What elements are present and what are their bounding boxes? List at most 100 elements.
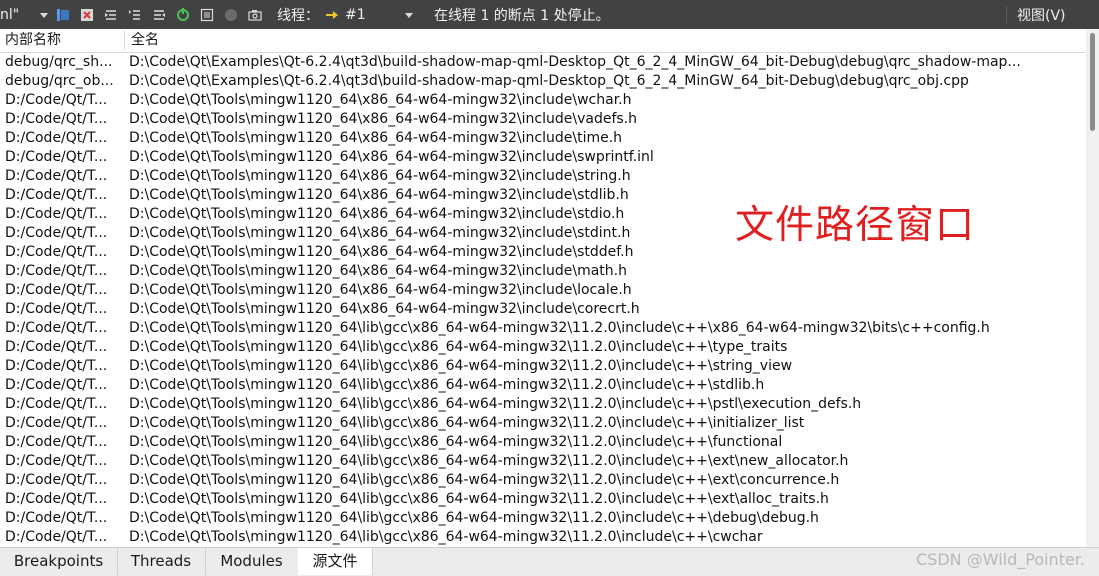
full-name-cell: D:\Code\Qt\Examples\Qt-6.2.4\qt3d\build-… — [129, 54, 1021, 70]
full-name-cell: D:\Code\Qt\Tools\mingw1120_64\lib\gcc\x8… — [129, 320, 990, 336]
internal-name-cell: D:/Code/Qt/T... — [5, 168, 108, 184]
dropdown-arrow-icon[interactable] — [37, 0, 51, 29]
table-row[interactable]: D:/Code/Qt/T... D:\Code\Qt\Tools\mingw112… — [0, 338, 1086, 357]
internal-name-cell: debug/qrc_sh... — [5, 54, 113, 70]
tab-modules[interactable]: Modules — [205, 548, 299, 575]
internal-name-cell: D:/Code/Qt/T... — [5, 111, 108, 127]
full-name-cell: D:\Code\Qt\Examples\Qt-6.2.4\qt3d\build-… — [129, 73, 969, 89]
full-name-cell: D:\Code\Qt\Tools\mingw1120_64\lib\gcc\x8… — [129, 415, 805, 431]
step-out-list-icon[interactable] — [152, 0, 166, 29]
tab-breakpoints[interactable]: Breakpoints — [0, 548, 118, 575]
thread-label: 线程： — [277, 7, 319, 24]
table-row[interactable]: D:/Code/Qt/T... D:\Code\Qt\Tools\mingw112… — [0, 490, 1086, 509]
full-name-cell: D:\Code\Qt\Tools\mingw1120_64\lib\gcc\x8… — [129, 434, 783, 450]
internal-name-cell: D:/Code/Qt/T... — [5, 320, 108, 336]
thread-selector[interactable]: #1 — [325, 0, 415, 29]
full-name-cell: D:\Code\Qt\Tools\mingw1120_64\x86_64-w64… — [129, 263, 627, 279]
internal-name-cell: D:/Code/Qt/T... — [5, 396, 108, 412]
table-row[interactable]: D:/Code/Qt/T... D:\Code\Qt\Tools\mingw112… — [0, 357, 1086, 376]
refresh-icon[interactable] — [176, 0, 190, 29]
internal-name-cell: D:/Code/Qt/T... — [5, 339, 108, 355]
internal-name-cell: D:/Code/Qt/T... — [5, 206, 108, 222]
full-name-cell: D:\Code\Qt\Tools\mingw1120_64\x86_64-w64… — [129, 111, 637, 127]
table-row[interactable]: D:/Code/Qt/T... D:\Code\Qt\Tools\mingw112… — [0, 91, 1086, 110]
table-row[interactable]: D:/Code/Qt/T... D:\Code\Qt\Tools\mingw112… — [0, 148, 1086, 167]
full-name-cell: D:\Code\Qt\Tools\mingw1120_64\lib\gcc\x8… — [129, 510, 819, 526]
chevron-down-icon — [405, 12, 413, 18]
annotation-text: 文件路径窗口 — [735, 203, 976, 248]
camera-icon[interactable] — [248, 0, 262, 29]
full-name-cell: D:\Code\Qt\Tools\mingw1120_64\lib\gcc\x8… — [129, 472, 840, 488]
debugger-toolbar: nl" 线程： #1 在线程 1 的断点 1 处停止。 视图(V) — [0, 0, 1099, 29]
record-icon[interactable] — [224, 0, 238, 29]
full-name-cell: D:\Code\Qt\Tools\mingw1120_64\lib\gcc\x8… — [129, 396, 862, 412]
internal-name-cell: D:/Code/Qt/T... — [5, 130, 108, 146]
internal-name-cell: D:/Code/Qt/T... — [5, 377, 108, 393]
scrollbar-thumb[interactable] — [1090, 33, 1095, 131]
vertical-scrollbar[interactable] — [1086, 29, 1099, 547]
table-row[interactable]: D:/Code/Qt/T... D:\Code\Qt\Tools\mingw112… — [0, 509, 1086, 528]
table-header: 内部名称 全名 — [0, 29, 1086, 53]
table-row[interactable]: debug/qrc_ob... D:\Code\Qt\Examples\Qt-6.… — [0, 72, 1086, 91]
breakpoint-toggle-icon[interactable] — [56, 0, 70, 29]
table-row[interactable]: D:/Code/Qt/T... D:\Code\Qt\Tools\mingw112… — [0, 262, 1086, 281]
table-row[interactable]: D:/Code/Qt/T... D:\Code\Qt\Tools\mingw112… — [0, 110, 1086, 129]
internal-name-cell: D:/Code/Qt/T... — [5, 282, 108, 298]
view-menu-button[interactable]: 视图(V) — [1017, 0, 1066, 29]
internal-name-cell: D:/Code/Qt/T... — [5, 415, 108, 431]
thread-value: #1 — [345, 6, 366, 23]
table-row[interactable]: D:/Code/Qt/T... D:\Code\Qt\Tools\mingw112… — [0, 395, 1086, 414]
table-row[interactable]: D:/Code/Qt/T... D:\Code\Qt\Tools\mingw112… — [0, 376, 1086, 395]
table-row[interactable]: D:/Code/Qt/T... D:\Code\Qt\Tools\mingw112… — [0, 167, 1086, 186]
table-row[interactable]: D:/Code/Qt/T... D:\Code\Qt\Tools\mingw112… — [0, 281, 1086, 300]
full-name-cell: D:\Code\Qt\Tools\mingw1120_64\lib\gcc\x8… — [129, 453, 849, 469]
memory-icon[interactable] — [200, 0, 214, 29]
table-row[interactable]: D:/Code/Qt/T... D:\Code\Qt\Tools\mingw112… — [0, 300, 1086, 319]
internal-name-cell: D:/Code/Qt/T... — [5, 149, 108, 165]
full-name-cell: D:\Code\Qt\Tools\mingw1120_64\lib\gcc\x8… — [129, 358, 793, 374]
full-name-cell: D:\Code\Qt\Tools\mingw1120_64\x86_64-w64… — [129, 282, 632, 298]
watermark: CSDN @Wild_Pointer. — [916, 550, 1085, 569]
internal-name-cell: debug/qrc_ob... — [5, 73, 114, 89]
table-row[interactable]: debug/qrc_sh... D:\Code\Qt\Examples\Qt-6.… — [0, 53, 1086, 72]
internal-name-cell: D:/Code/Qt/T... — [5, 491, 108, 507]
toolbar-separator — [1006, 6, 1007, 23]
full-name-cell: D:\Code\Qt\Tools\mingw1120_64\x86_64-w64… — [129, 130, 623, 146]
tab-threads[interactable]: Threads — [117, 548, 206, 575]
column-header-full-name[interactable]: 全名 — [131, 29, 159, 52]
internal-name-cell: D:/Code/Qt/T... — [5, 358, 108, 374]
internal-name-cell: D:/Code/Qt/T... — [5, 510, 108, 526]
internal-name-cell: D:/Code/Qt/T... — [5, 472, 108, 488]
column-header-internal-name[interactable]: 内部名称 — [5, 29, 61, 52]
remove-breakpoint-icon[interactable] — [80, 0, 94, 29]
internal-name-cell: D:/Code/Qt/T... — [5, 529, 108, 545]
full-name-cell: D:\Code\Qt\Tools\mingw1120_64\lib\gcc\x8… — [129, 377, 765, 393]
source-files-table: debug/qrc_sh... D:\Code\Qt\Examples\Qt-6.… — [0, 53, 1086, 547]
full-name-cell: D:\Code\Qt\Tools\mingw1120_64\lib\gcc\x8… — [129, 339, 788, 355]
full-name-cell: D:\Code\Qt\Tools\mingw1120_64\x86_64-w64… — [129, 149, 654, 165]
full-name-cell: D:\Code\Qt\Tools\mingw1120_64\x86_64-w64… — [129, 301, 640, 317]
table-row[interactable]: D:/Code/Qt/T... D:\Code\Qt\Tools\mingw112… — [0, 528, 1086, 547]
step-list-icon[interactable] — [104, 0, 118, 29]
tab-source-files[interactable]: 源文件 — [298, 548, 373, 575]
step-into-list-icon[interactable] — [128, 0, 142, 29]
thread-arrow-icon — [326, 10, 338, 19]
internal-name-cell: D:/Code/Qt/T... — [5, 453, 108, 469]
column-resize-handle[interactable] — [124, 31, 125, 50]
toolbar-left-fragment: nl" — [0, 0, 19, 29]
internal-name-cell: D:/Code/Qt/T... — [5, 301, 108, 317]
full-name-cell: D:\Code\Qt\Tools\mingw1120_64\x86_64-w64… — [129, 168, 631, 184]
table-row[interactable]: D:/Code/Qt/T... D:\Code\Qt\Tools\mingw112… — [0, 471, 1086, 490]
table-row[interactable]: D:/Code/Qt/T... D:\Code\Qt\Tools\mingw112… — [0, 452, 1086, 471]
internal-name-cell: D:/Code/Qt/T... — [5, 434, 108, 450]
table-row[interactable]: D:/Code/Qt/T... D:\Code\Qt\Tools\mingw112… — [0, 319, 1086, 338]
internal-name-cell: D:/Code/Qt/T... — [5, 92, 108, 108]
internal-name-cell: D:/Code/Qt/T... — [5, 187, 108, 203]
table-row[interactable]: D:/Code/Qt/T... D:\Code\Qt\Tools\mingw112… — [0, 129, 1086, 148]
internal-name-cell: D:/Code/Qt/T... — [5, 244, 108, 260]
internal-name-cell: D:/Code/Qt/T... — [5, 225, 108, 241]
table-row[interactable]: D:/Code/Qt/T... D:\Code\Qt\Tools\mingw112… — [0, 414, 1086, 433]
table-row[interactable]: D:/Code/Qt/T... D:\Code\Qt\Tools\mingw112… — [0, 433, 1086, 452]
left-combo-text: nl" — [0, 6, 20, 23]
full-name-cell: D:\Code\Qt\Tools\mingw1120_64\x86_64-w64… — [129, 92, 632, 108]
